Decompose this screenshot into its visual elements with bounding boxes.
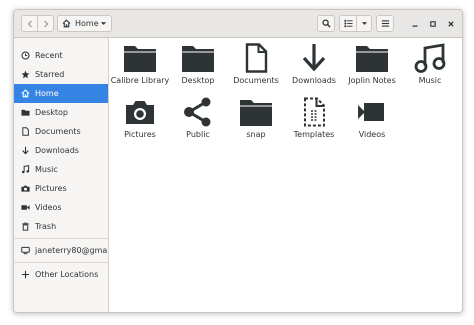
back-button[interactable] <box>21 15 38 32</box>
file-item-documents[interactable]: Documents <box>225 42 287 92</box>
plus-icon <box>20 270 30 280</box>
close-icon <box>447 20 454 27</box>
path-bar-label: Home <box>75 19 99 28</box>
file-name: Desktop <box>181 76 215 85</box>
file-item-snap[interactable]: snap <box>225 96 287 146</box>
search-button[interactable] <box>317 15 335 32</box>
home-icon <box>62 19 71 28</box>
sidebar-item-online-account[interactable]: janeterry80@gma... <box>14 241 108 260</box>
sidebar-separator <box>14 262 108 263</box>
download-icon <box>296 42 332 74</box>
sidebar-item-trash[interactable]: Trash <box>14 217 108 236</box>
account-icon <box>20 246 30 256</box>
share-icon <box>180 96 216 128</box>
sidebar-item-label: Trash <box>35 222 57 231</box>
sidebar: Recent Starred Home Desktop Documents Do… <box>14 38 109 312</box>
template-icon <box>296 96 332 128</box>
chevron-down-icon <box>100 22 107 25</box>
sidebar-item-label: Other Locations <box>35 270 99 279</box>
file-manager-window: Home Recent Starred Home Desktop Documen… <box>13 9 463 313</box>
file-name: Documents <box>233 76 279 85</box>
file-name: Calibre Library <box>110 76 170 85</box>
sidebar-item-recent[interactable]: Recent <box>14 46 108 65</box>
file-item-joplin-notes[interactable]: Joplin Notes <box>341 42 403 92</box>
file-item-pictures[interactable]: Pictures <box>109 96 171 146</box>
minimize-icon <box>412 25 417 27</box>
file-item-music[interactable]: Music <box>399 42 461 92</box>
folder-icon <box>354 42 390 74</box>
sidebar-item-downloads[interactable]: Downloads <box>14 141 108 160</box>
file-item-videos[interactable]: Videos <box>341 96 403 146</box>
folder-icon <box>122 42 158 74</box>
sidebar-item-label: Downloads <box>35 146 79 155</box>
sidebar-item-documents[interactable]: Documents <box>14 122 108 141</box>
music-icon <box>20 165 30 175</box>
sidebar-item-other-locations[interactable]: Other Locations <box>14 265 108 284</box>
sidebar-item-label: Home <box>35 89 59 98</box>
document-icon <box>238 42 274 74</box>
maximize-icon <box>429 20 436 27</box>
document-icon <box>20 127 30 137</box>
sidebar-item-videos[interactable]: Videos <box>14 198 108 217</box>
download-icon <box>20 146 30 156</box>
sidebar-item-label: Recent <box>35 51 63 60</box>
file-name: Music <box>418 76 442 85</box>
chevron-right-icon <box>43 20 48 27</box>
view-toggle-button[interactable] <box>339 15 357 32</box>
chevron-down-icon <box>361 22 367 25</box>
file-name: snap <box>246 130 266 139</box>
file-name: Videos <box>358 130 386 139</box>
sidebar-item-label: Pictures <box>35 184 67 193</box>
file-name: Downloads <box>292 76 336 85</box>
sidebar-item-music[interactable]: Music <box>14 160 108 179</box>
folder-icon <box>20 108 30 118</box>
file-item-public[interactable]: Public <box>167 96 229 146</box>
hamburger-menu-icon <box>381 20 389 27</box>
forward-button[interactable] <box>37 15 54 32</box>
file-view: Calibre Library Desktop Documents Downlo… <box>109 38 462 312</box>
sidebar-separator <box>14 238 108 239</box>
music-icon <box>412 42 448 74</box>
sidebar-item-label: Videos <box>35 203 62 212</box>
folder-icon <box>180 42 216 74</box>
folder-icon <box>238 96 274 128</box>
camera-icon <box>122 96 158 128</box>
main-menu-button[interactable] <box>376 15 394 32</box>
video-icon <box>20 203 30 213</box>
sidebar-item-starred[interactable]: Starred <box>14 65 108 84</box>
file-item-calibre-library[interactable]: Calibre Library <box>109 42 171 92</box>
sidebar-item-desktop[interactable]: Desktop <box>14 103 108 122</box>
camera-icon <box>20 184 30 194</box>
file-item-downloads[interactable]: Downloads <box>283 42 345 92</box>
sidebar-item-label: Music <box>35 165 58 174</box>
trash-icon <box>20 222 30 232</box>
clock-icon <box>20 51 30 61</box>
file-name: Templates <box>293 130 335 139</box>
maximize-button[interactable] <box>424 15 441 32</box>
sidebar-item-label: janeterry80@gma... <box>35 246 108 255</box>
chevron-left-icon <box>27 20 32 27</box>
file-item-templates[interactable]: Templates <box>283 96 345 146</box>
search-icon <box>321 19 331 28</box>
video-icon <box>354 96 390 128</box>
file-name: Joplin Notes <box>348 76 396 85</box>
path-bar-home[interactable]: Home <box>57 15 112 32</box>
file-name: Public <box>186 130 210 139</box>
sidebar-item-label: Desktop <box>35 108 68 117</box>
close-button[interactable] <box>442 15 459 32</box>
view-options-button[interactable] <box>356 15 372 32</box>
file-name: Pictures <box>124 130 156 139</box>
header-bar: Home <box>14 10 462 38</box>
sidebar-item-label: Starred <box>35 70 65 79</box>
sidebar-item-pictures[interactable]: Pictures <box>14 179 108 198</box>
list-view-icon <box>343 19 353 28</box>
minimize-button[interactable] <box>406 15 423 32</box>
home-icon <box>20 89 30 99</box>
file-item-desktop[interactable]: Desktop <box>167 42 229 92</box>
star-icon <box>20 70 30 80</box>
sidebar-item-label: Documents <box>35 127 81 136</box>
sidebar-item-home[interactable]: Home <box>14 84 108 103</box>
